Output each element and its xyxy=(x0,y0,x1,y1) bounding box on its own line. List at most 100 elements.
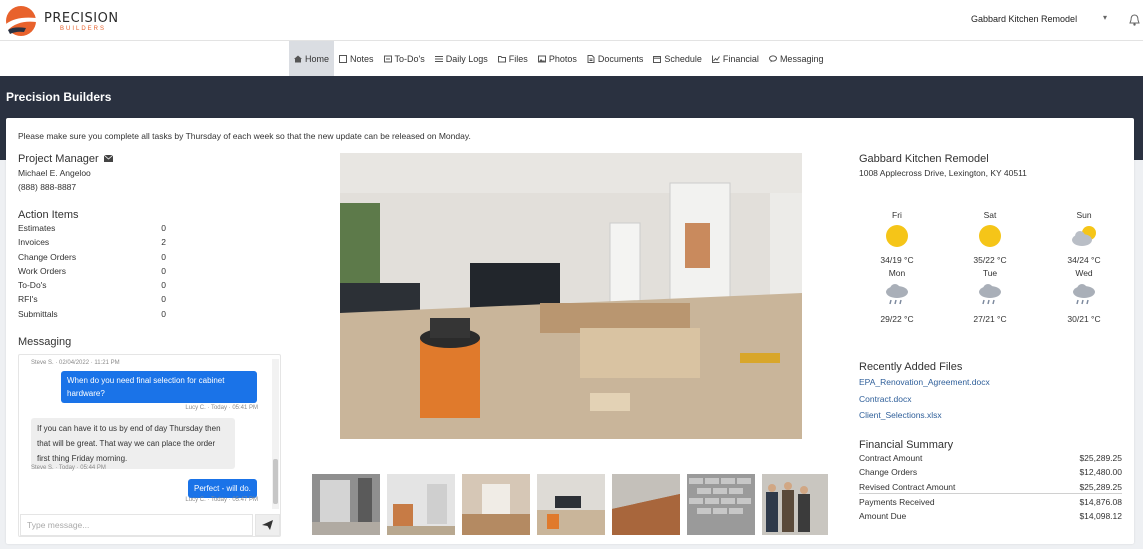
send-button[interactable] xyxy=(255,514,280,536)
financial-row-label: Contract Amount xyxy=(859,453,923,463)
rain-icon xyxy=(886,284,908,305)
weather-temp: 34/19 °C xyxy=(880,255,914,265)
nav-messaging[interactable]: Messaging xyxy=(764,41,829,76)
top-bar: PRECISION BUILDERS Gabbard Kitchen Remod… xyxy=(0,0,1143,41)
nav-schedule-label: Schedule xyxy=(664,53,702,64)
sun-icon xyxy=(886,225,908,247)
project-selector-value: Gabbard Kitchen Remodel xyxy=(971,14,1078,24)
action-item-label[interactable]: Change Orders xyxy=(18,252,76,262)
nav-files-label: Files xyxy=(508,53,528,64)
sun-icon xyxy=(979,225,1001,247)
nav-todos-label: To-Do's xyxy=(394,53,425,64)
featured-photo[interactable] xyxy=(340,153,802,439)
action-item-label[interactable]: Estimates xyxy=(18,223,55,233)
nav-schedule[interactable]: Schedule xyxy=(648,41,707,76)
brand-logo[interactable]: PRECISION BUILDERS xyxy=(4,2,134,40)
thumbnail-image xyxy=(762,474,828,535)
project-manager-name: Michael E. Angeloo xyxy=(18,168,91,178)
message-input[interactable] xyxy=(20,514,253,536)
financial-row-value: $25,289.25 xyxy=(1079,482,1122,492)
action-item-count: 0 xyxy=(161,280,166,290)
weather-day: Sun xyxy=(1076,210,1092,220)
photo-thumbnail[interactable] xyxy=(687,474,755,535)
notice-text: Please make sure you complete all tasks … xyxy=(18,131,471,141)
chat-panel: Steve S. · 02/04/2022 · 11:21 PM When do… xyxy=(18,354,281,537)
financial-divider xyxy=(859,493,1122,494)
message-meta: Steve S. · Today · 05:44 PM xyxy=(31,465,106,471)
weather-day: Fri xyxy=(892,210,902,220)
nav-documents-label: Documents xyxy=(597,53,644,64)
message-bubble-outgoing: Perfect - will do. xyxy=(188,479,257,498)
message-meta: Steve S. · 02/04/2022 · 11:21 PM xyxy=(31,360,120,366)
photo-thumbnail[interactable] xyxy=(387,474,455,535)
thumbnail-image xyxy=(462,474,530,535)
message-bubble-incoming: If you can have it to us by end of day T… xyxy=(31,418,235,469)
weather-temp: 29/22 °C xyxy=(880,314,914,324)
action-item-label[interactable]: To-Do's xyxy=(18,280,47,290)
dashboard-card: Please make sure you complete all tasks … xyxy=(6,118,1134,544)
photo-thumbnail[interactable] xyxy=(762,474,828,535)
message-meta: Lucy C. · Today · 05:41 PM xyxy=(185,405,258,411)
nav-todos[interactable]: To-Do's xyxy=(379,41,430,76)
photo-thumbnail[interactable] xyxy=(612,474,680,535)
main-nav: Home Notes To-Do's Daily Logs Files Phot… xyxy=(289,41,828,76)
thumbnail-image xyxy=(687,474,755,535)
nav-financial[interactable]: Financial xyxy=(707,41,764,76)
nav-notes[interactable]: Notes xyxy=(334,41,379,76)
nav-files[interactable]: Files xyxy=(493,41,533,76)
nav-notes-label: Notes xyxy=(350,53,374,64)
action-item-label[interactable]: Work Orders xyxy=(18,266,66,276)
project-manager-title: Project Manager xyxy=(18,153,114,165)
email-icon[interactable] xyxy=(103,154,114,162)
action-item-count: 2 xyxy=(161,237,166,247)
project-selector[interactable]: Gabbard Kitchen Remodel ▾ xyxy=(962,8,1117,30)
thumbnail-image xyxy=(312,474,380,535)
action-item-count: 0 xyxy=(161,266,166,276)
weather-day: Sat xyxy=(983,210,997,220)
file-link[interactable]: EPA_Renovation_Agreement.docx xyxy=(859,377,990,387)
nav-daily-logs-label: Daily Logs xyxy=(445,53,488,64)
chat-scrollbar-thumb[interactable] xyxy=(273,459,278,504)
page-title: Precision Builders xyxy=(6,90,112,104)
photo-thumbnail[interactable] xyxy=(462,474,530,535)
logo-mark-icon xyxy=(6,6,36,36)
project-manager-phone[interactable]: (888) 888-8887 xyxy=(18,182,76,192)
message-bubble-outgoing: When do you need final selection for cab… xyxy=(61,371,257,403)
action-item-label[interactable]: Invoices xyxy=(18,237,49,247)
nav-documents[interactable]: Documents xyxy=(582,41,649,76)
action-items-title: Action Items xyxy=(18,209,79,221)
rain-icon xyxy=(979,284,1001,305)
action-item-count: 0 xyxy=(161,294,166,304)
photo-thumbnail[interactable] xyxy=(537,474,605,535)
file-link[interactable]: Contract.docx xyxy=(859,394,911,404)
chat-icon xyxy=(768,54,777,62)
financial-summary-title: Financial Summary xyxy=(859,439,954,451)
image-icon xyxy=(537,55,546,62)
recent-files-title: Recently Added Files xyxy=(859,361,963,373)
action-item-count: 0 xyxy=(161,309,166,319)
nav-home[interactable]: Home xyxy=(289,41,335,76)
folder-icon xyxy=(497,55,506,62)
list-icon xyxy=(434,55,443,62)
project-name: Gabbard Kitchen Remodel xyxy=(859,153,989,165)
nav-financial-label: Financial xyxy=(722,53,759,64)
action-item-count: 0 xyxy=(161,252,166,262)
project-address: 1008 Applecross Drive, Lexington, KY 405… xyxy=(859,168,1027,178)
photo-thumbnail[interactable] xyxy=(312,474,380,535)
nav-daily-logs[interactable]: Daily Logs xyxy=(430,41,493,76)
financial-row-value: $12,480.00 xyxy=(1079,467,1122,477)
action-item-label[interactable]: Submittals xyxy=(18,309,58,319)
messaging-title: Messaging xyxy=(18,336,72,348)
weather-day: Mon xyxy=(888,268,906,278)
chat-scrollbar[interactable] xyxy=(272,359,279,509)
financial-row-label: Change Orders xyxy=(859,467,918,477)
action-item-label[interactable]: RFI's xyxy=(18,294,38,304)
weather-day: Wed xyxy=(1075,268,1093,278)
bell-icon[interactable] xyxy=(1126,12,1143,29)
thumbnail-image xyxy=(612,474,680,535)
nav-photos[interactable]: Photos xyxy=(533,41,582,76)
message-meta: Lucy C. · Today · 05:47 PM xyxy=(185,497,258,503)
file-link[interactable]: Client_Selections.xlsx xyxy=(859,410,942,420)
partly-cloudy-icon xyxy=(1072,226,1096,246)
weather-temp: 34/24 °C xyxy=(1067,255,1101,265)
